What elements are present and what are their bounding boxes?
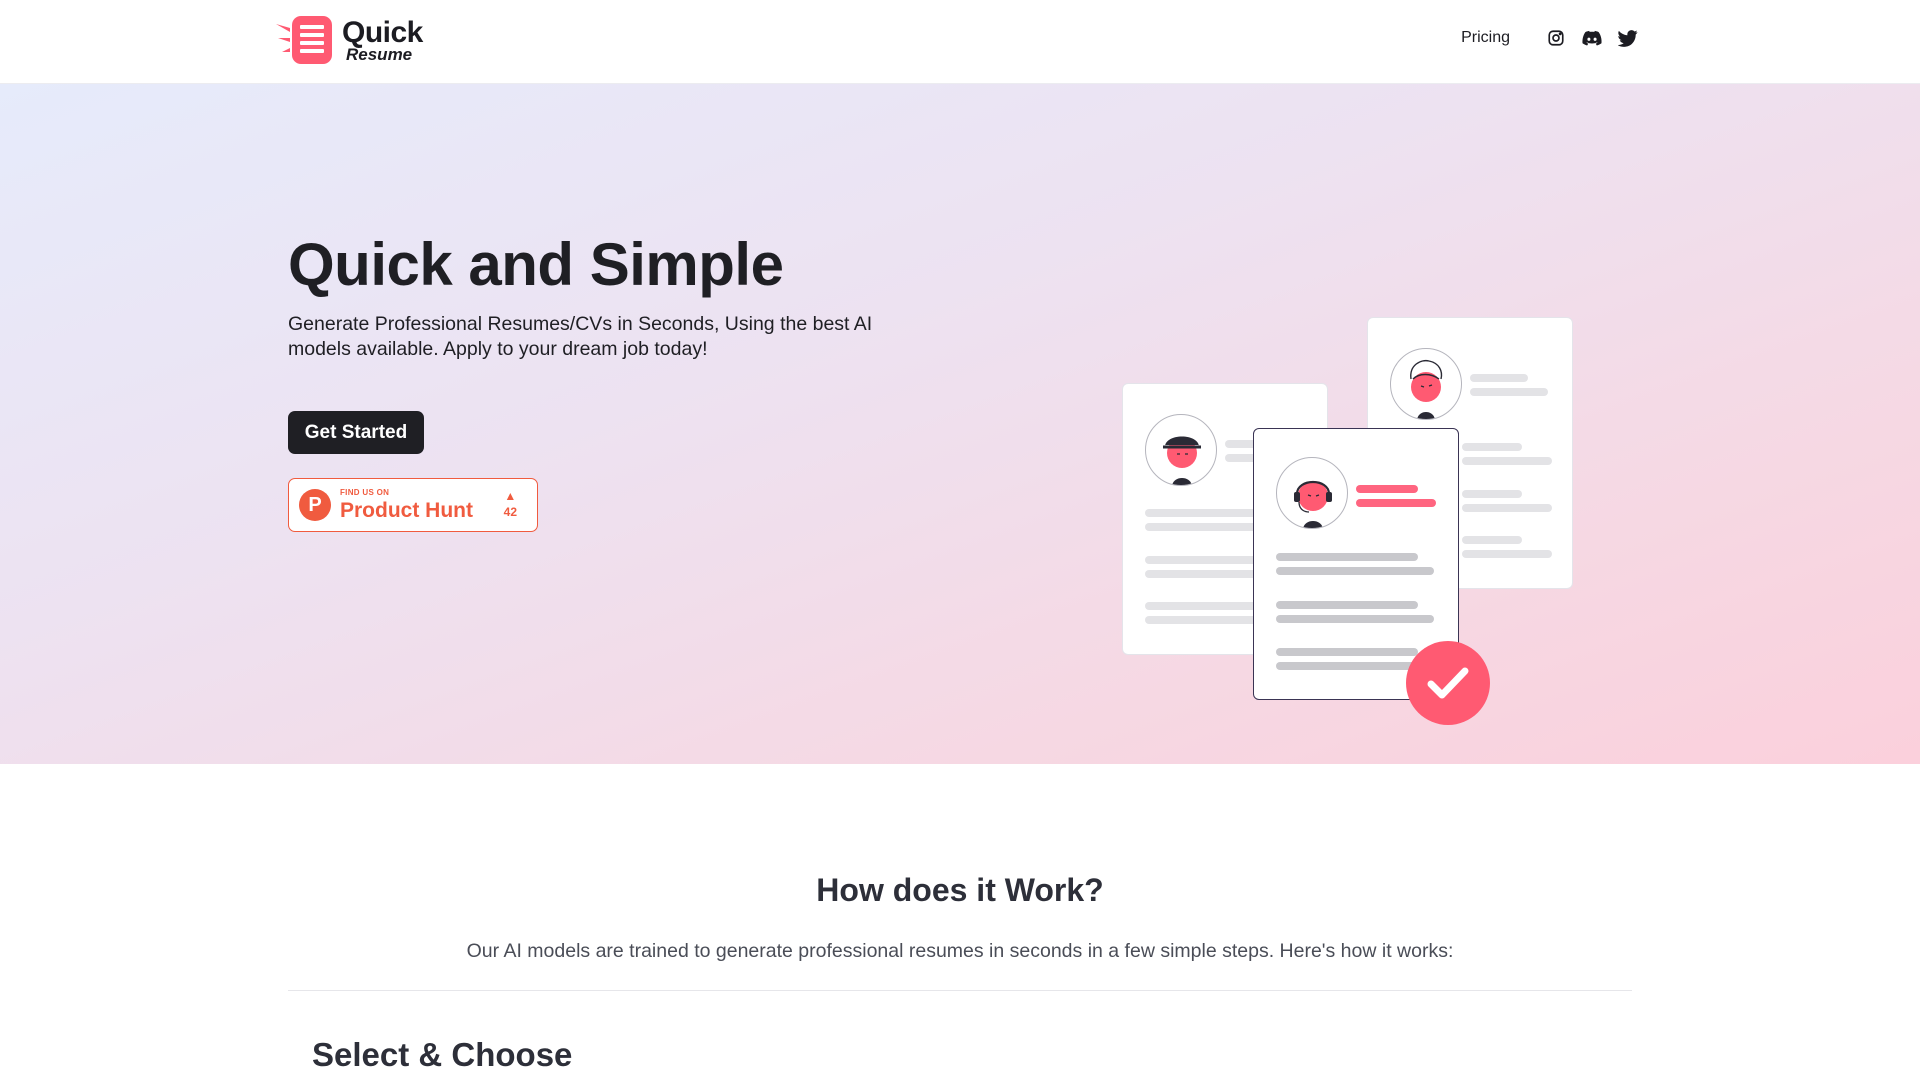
placeholder-line [1276, 601, 1418, 609]
how-it-works-subtitle: Our AI models are trained to generate pr… [466, 940, 1454, 962]
logo-document-icon [274, 14, 336, 66]
placeholder-line [1462, 490, 1522, 498]
product-hunt-badge[interactable]: P FIND US ON Product Hunt ▲ 42 [288, 478, 538, 532]
logo-wordmark-resume: Resume [346, 44, 413, 64]
discord-icon[interactable] [1582, 28, 1602, 48]
placeholder-line [1462, 457, 1552, 465]
placeholder-line [1145, 556, 1265, 564]
placeholder-line [1276, 567, 1434, 575]
placeholder-line [1470, 374, 1528, 382]
placeholder-line [1276, 553, 1418, 561]
how-it-works-title: How does it Work? [816, 872, 1104, 908]
section-divider [288, 990, 1632, 991]
placeholder-line [1462, 504, 1552, 512]
placeholder-line-highlight [1356, 485, 1418, 493]
resume-illustration [1110, 304, 1573, 734]
brand-logo[interactable]: Quick Resume [274, 14, 423, 66]
placeholder-line [1462, 536, 1522, 544]
top-navbar: Quick Resume Pricing [0, 0, 1920, 84]
avatar-man-cap-icon [1145, 414, 1217, 486]
placeholder-line-highlight [1356, 499, 1436, 507]
upvote-arrow-icon: ▲ [504, 489, 517, 503]
placeholder-line [1145, 616, 1265, 624]
twitter-icon[interactable] [1618, 28, 1638, 48]
avatar-headset-icon [1276, 457, 1348, 529]
product-hunt-small-label: FIND US ON [340, 488, 390, 497]
placeholder-line [1276, 648, 1418, 656]
checkmark-icon [1406, 641, 1490, 725]
logo-wordmark-quick: Quick [342, 15, 423, 49]
product-hunt-votes: ▲ 42 [504, 489, 517, 519]
nav-links: Pricing [1461, 28, 1638, 48]
hero-title: Quick and Simple [288, 231, 784, 298]
placeholder-line [1462, 443, 1522, 451]
placeholder-line [1276, 615, 1434, 623]
placeholder-line [1145, 570, 1265, 578]
hero-subtitle: Generate Professional Resumes/CVs in Sec… [288, 313, 873, 360]
step-title: Select & Choose [312, 1036, 573, 1073]
get-started-button[interactable]: Get Started [288, 411, 424, 454]
instagram-icon[interactable] [1546, 28, 1566, 48]
avatar-woman-icon [1390, 348, 1462, 420]
hero-section: Quick and Simple Generate Professional R… [0, 84, 1920, 764]
placeholder-line [1145, 602, 1265, 610]
product-hunt-logo-icon: P [299, 489, 331, 521]
pricing-link[interactable]: Pricing [1461, 29, 1510, 47]
placeholder-line [1470, 388, 1548, 396]
product-hunt-label: Product Hunt [340, 499, 473, 522]
upvote-count: 42 [503, 505, 517, 519]
placeholder-line [1145, 509, 1265, 517]
placeholder-line [1145, 523, 1265, 531]
placeholder-line [1462, 550, 1552, 558]
